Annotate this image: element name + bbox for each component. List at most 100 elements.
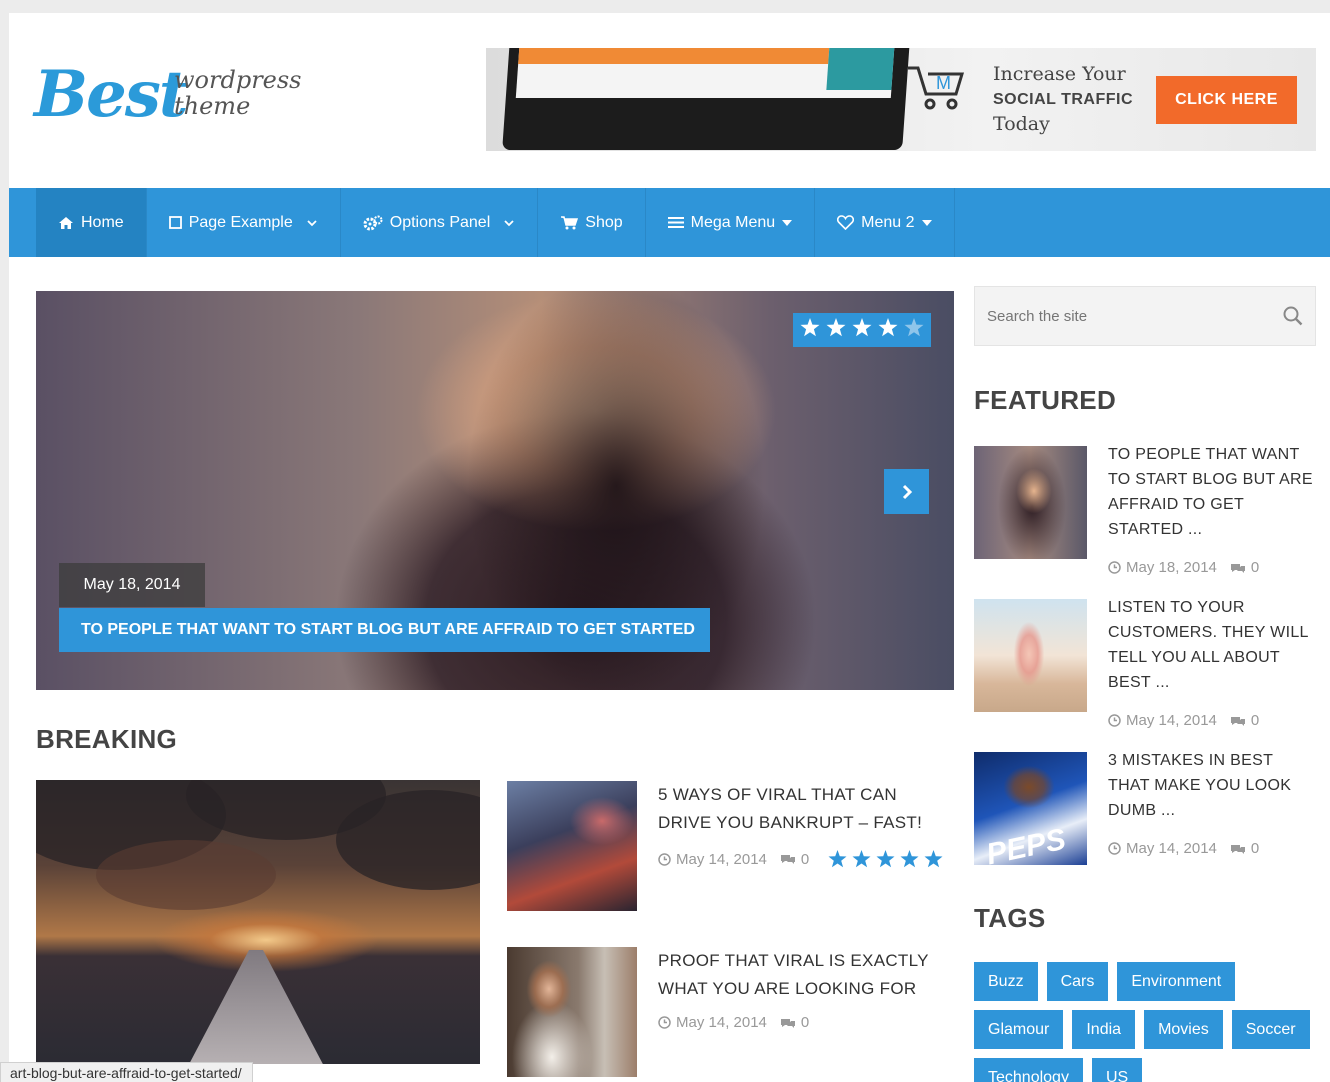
banner-line3: Today xyxy=(993,113,1050,135)
post-rating xyxy=(828,850,943,868)
search-icon[interactable] xyxy=(1283,306,1303,326)
slide-title-link[interactable]: TO PEOPLE THAT WANT TO START BLOG BUT AR… xyxy=(59,608,710,652)
post-title-link[interactable]: 3 MISTAKES IN BEST THAT MAKE YOU LOOK DU… xyxy=(1108,748,1318,823)
caret-down-icon xyxy=(782,219,793,226)
tag-link[interactable]: Technology xyxy=(974,1058,1083,1082)
comment-count[interactable]: 0 xyxy=(1251,840,1259,857)
breaking-post[interactable]: 5 WAYS OF VIRAL THAT CAN DRIVE YOU BANKR… xyxy=(507,781,952,913)
post-date: May 14, 2014 xyxy=(1126,840,1217,857)
comment-count[interactable]: 0 xyxy=(801,1014,809,1031)
tag-link[interactable]: US xyxy=(1091,1058,1143,1082)
nav-item-label: Menu 2 xyxy=(861,213,915,231)
featured-post[interactable]: PEPS 3 MISTAKES IN BEST THAT MAKE YOU LO… xyxy=(974,752,1319,887)
tag-link[interactable]: India xyxy=(1072,1010,1136,1049)
comments-icon xyxy=(1230,716,1245,726)
featured-heading: FEATURED xyxy=(974,385,1117,415)
search-box xyxy=(974,286,1316,346)
comments-icon xyxy=(780,855,795,864)
comments-icon xyxy=(1230,844,1245,854)
clock-icon xyxy=(1108,714,1121,727)
star-icon xyxy=(828,850,847,868)
comments-icon xyxy=(1230,563,1245,573)
clock-icon xyxy=(1108,842,1121,855)
slider-next-button[interactable] xyxy=(884,469,929,514)
post-meta: May 14, 2014 0 xyxy=(1108,840,1259,857)
post-meta: May 14, 2014 0 xyxy=(658,850,943,868)
banner-line2: SOCIAL TRAFFIC xyxy=(993,91,1134,108)
clock-icon xyxy=(658,852,671,866)
chevron-down-icon xyxy=(307,219,317,226)
star-icon xyxy=(900,850,919,868)
post-thumbnail[interactable]: PEPS xyxy=(974,752,1087,865)
post-thumbnail[interactable] xyxy=(507,781,637,911)
nav-item-menu-2[interactable]: Menu 2 xyxy=(815,188,955,257)
tag-link[interactable]: Buzz xyxy=(974,962,1038,1001)
home-icon xyxy=(59,216,73,229)
post-thumbnail[interactable] xyxy=(974,446,1087,559)
laptop-image xyxy=(502,48,910,150)
post-title-link[interactable]: PROOF THAT VIRAL IS EXACTLY WHAT YOU ARE… xyxy=(658,947,948,1003)
featured-post[interactable]: LISTEN TO YOUR CUSTOMERS. THEY WILL TELL… xyxy=(974,599,1319,734)
comment-count[interactable]: 0 xyxy=(1251,712,1259,729)
clock-icon xyxy=(658,1016,671,1029)
nav-item-label: Options Panel xyxy=(389,213,491,231)
site-logo[interactable]: Best wordpress theme xyxy=(34,57,304,137)
clock-icon xyxy=(1108,561,1121,574)
breaking-post[interactable]: PROOF THAT VIRAL IS EXACTLY WHAT YOU ARE… xyxy=(507,947,952,1079)
nav-item-label: Page Example xyxy=(188,213,293,231)
tag-link[interactable]: Cars xyxy=(1046,962,1109,1001)
svg-text:M: M xyxy=(936,73,951,93)
post-meta: May 18, 2014 0 xyxy=(1108,559,1259,576)
tag-link[interactable]: Glamour xyxy=(974,1010,1064,1049)
tag-link[interactable]: Soccer xyxy=(1231,1010,1310,1049)
chevron-down-icon xyxy=(504,219,514,226)
search-input[interactable] xyxy=(987,307,1283,325)
post-thumbnail[interactable] xyxy=(974,599,1087,712)
star-icon xyxy=(852,850,871,868)
post-meta: May 14, 2014 0 xyxy=(658,1014,809,1031)
post-thumbnail[interactable] xyxy=(507,947,637,1077)
tag-link[interactable]: Environment xyxy=(1117,962,1236,1001)
gears-icon xyxy=(363,215,383,230)
list-icon xyxy=(667,217,684,228)
comment-count[interactable]: 0 xyxy=(1251,559,1259,576)
svg-text:PEPS: PEPS xyxy=(984,823,1069,865)
star-icon xyxy=(826,318,846,342)
header-ad-banner[interactable]: M Increase Your SOCIAL TRAFFIC Today CLI… xyxy=(486,48,1316,151)
post-title-link[interactable]: 5 WAYS OF VIRAL THAT CAN DRIVE YOU BANKR… xyxy=(658,781,948,837)
caret-down-icon xyxy=(921,219,932,226)
featured-slider[interactable]: May 18, 2014 TO PEOPLE THAT WANT TO STAR… xyxy=(36,291,954,690)
breaking-main-image[interactable] xyxy=(36,780,480,1064)
nav-item-shop[interactable]: Shop xyxy=(538,188,646,257)
tag-link[interactable]: Movies xyxy=(1144,1010,1223,1049)
nav-item-page-example[interactable]: Page Example xyxy=(147,188,341,257)
main-nav: Home Page Example Options Panel Shop Meg… xyxy=(9,188,1330,257)
post-meta: May 14, 2014 0 xyxy=(1108,712,1259,729)
comment-count[interactable]: 0 xyxy=(801,851,809,868)
star-icon xyxy=(800,318,820,342)
tags-heading: TAGS xyxy=(974,903,1046,933)
nav-item-mega-menu[interactable]: Mega Menu xyxy=(646,188,816,257)
banner-line1: Increase Your xyxy=(993,63,1126,85)
post-date: May 14, 2014 xyxy=(1126,712,1217,729)
nav-item-label: Mega Menu xyxy=(690,213,776,231)
post-date: May 14, 2014 xyxy=(676,850,767,868)
shopping-cart-icon: M xyxy=(908,66,965,110)
chevron-right-icon xyxy=(902,484,912,499)
click-here-button[interactable]: CLICK HERE xyxy=(1156,76,1297,124)
nav-item-options-panel[interactable]: Options Panel xyxy=(341,188,539,257)
nav-item-home[interactable]: Home xyxy=(36,188,147,257)
page: Best wordpress theme M Increase Your SOC… xyxy=(9,13,1330,1082)
star-icon xyxy=(878,318,898,342)
nav-item-label: Shop xyxy=(585,213,623,231)
square-icon xyxy=(168,216,182,229)
browser-status-url: art-blog-but-are-affraid-to-get-started/ xyxy=(0,1062,253,1082)
nav-item-label: Home xyxy=(81,213,124,231)
comments-icon xyxy=(780,1018,795,1028)
cart-icon xyxy=(561,215,579,229)
star-icon xyxy=(924,850,943,868)
post-title-link[interactable]: LISTEN TO YOUR CUSTOMERS. THEY WILL TELL… xyxy=(1108,595,1318,695)
post-title-link[interactable]: TO PEOPLE THAT WANT TO START BLOG BUT AR… xyxy=(1108,442,1318,542)
banner-text: Increase Your SOCIAL TRAFFIC Today xyxy=(993,62,1133,137)
featured-post[interactable]: TO PEOPLE THAT WANT TO START BLOG BUT AR… xyxy=(974,446,1319,581)
